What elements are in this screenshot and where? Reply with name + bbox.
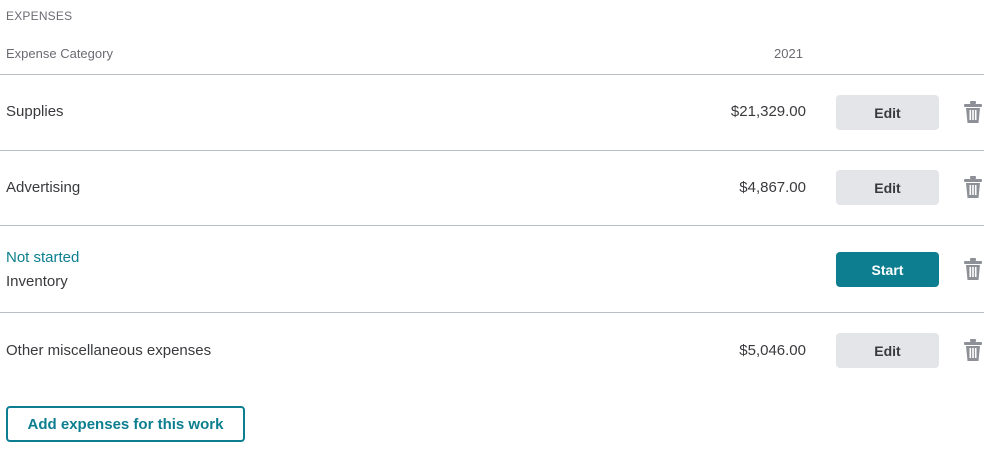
status-text: Not started <box>6 249 80 266</box>
trash-icon[interactable] <box>962 175 984 199</box>
add-expenses-button[interactable]: Add expenses for this work <box>6 406 245 442</box>
table-header: Expense Category 2021 <box>6 46 984 68</box>
edit-button[interactable]: Edit <box>836 333 939 368</box>
trash-icon[interactable] <box>962 257 984 281</box>
expense-amount: $5,046.00 <box>739 342 806 359</box>
expense-label: Other miscellaneous expenses <box>6 342 212 359</box>
header-expense-category: Expense Category <box>6 46 113 61</box>
expense-label: Advertising <box>6 179 81 196</box>
expense-amount: $21,329.00 <box>730 103 806 120</box>
expense-label: Inventory <box>6 273 68 290</box>
header-year: 2021 <box>774 46 803 61</box>
edit-button[interactable]: Edit <box>836 170 939 205</box>
table-row: Other miscellaneous expenses $5,046.00 E… <box>0 313 984 388</box>
table-row: Not started Inventory Start <box>0 226 984 312</box>
trash-icon[interactable] <box>962 100 984 124</box>
expense-label: Supplies <box>6 103 64 120</box>
table-row: Supplies $21,329.00 Edit <box>0 75 984 150</box>
trash-icon[interactable] <box>962 338 984 362</box>
expense-amount: $4,867.00 <box>739 179 806 196</box>
section-title: EXPENSES <box>6 9 73 23</box>
edit-button[interactable]: Edit <box>836 95 939 130</box>
start-button[interactable]: Start <box>836 252 939 287</box>
table-row: Advertising $4,867.00 Edit <box>0 151 984 225</box>
